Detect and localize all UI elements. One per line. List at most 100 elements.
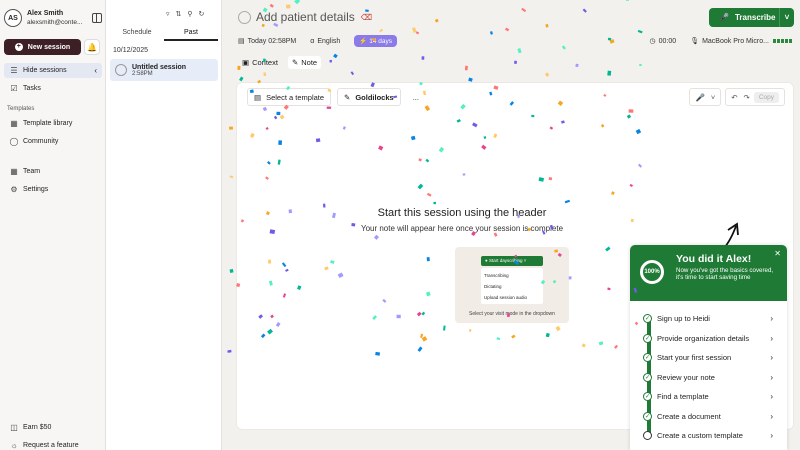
clock-icon: ◷ bbox=[649, 38, 656, 45]
user-email: alexsmith@conte... bbox=[27, 19, 83, 26]
preview-option: Dictating bbox=[484, 284, 502, 289]
template-icon: ▤ bbox=[254, 92, 262, 102]
days-badge[interactable]: ⚡ 14 days bbox=[354, 35, 397, 47]
goldilocks-button[interactable]: ✎ Goldilocks bbox=[337, 88, 401, 106]
sidebar-item-team[interactable]: ▦ Team bbox=[4, 164, 102, 179]
avatar: AS bbox=[4, 9, 22, 27]
undo-icon[interactable]: ↶ bbox=[731, 93, 737, 102]
chevron-down-icon: ˅ bbox=[710, 92, 716, 102]
select-template-button[interactable]: ▤ Select a template bbox=[247, 88, 332, 106]
empty-circle-icon bbox=[643, 431, 652, 441]
preview-start-button: ● Start dayscribing ˅ bbox=[481, 256, 543, 266]
language-selector[interactable]: α English bbox=[310, 38, 340, 45]
onboarding-title: You did it Alex! bbox=[676, 253, 752, 265]
preview-option: Upload session audio bbox=[484, 295, 528, 300]
refresh-icon[interactable]: ↻ bbox=[199, 10, 205, 18]
translate-icon: α bbox=[310, 37, 315, 45]
sidebar-item-label: Template library bbox=[23, 120, 73, 127]
dictate-dropdown[interactable]: 🎤 ˅ bbox=[689, 88, 722, 106]
chevron-right-icon: › bbox=[770, 392, 773, 402]
patient-status-icon bbox=[238, 10, 251, 24]
sidebar-item-hide-sessions[interactable]: ☰ Hide sessions ‹ bbox=[4, 63, 102, 78]
sidebar-item-label: Tasks bbox=[23, 85, 41, 92]
preview-option: Transcribing bbox=[484, 273, 509, 278]
sidebar-item-request-feature[interactable]: ☼ Request a feature bbox=[4, 438, 102, 450]
tab-note[interactable]: ✎ Note bbox=[287, 56, 322, 69]
templates-section-label: Templates bbox=[7, 106, 35, 112]
undo-redo-group: ↶ ↷ Copy bbox=[725, 88, 785, 106]
sidebar-item-tasks[interactable]: ☑ Tasks bbox=[4, 81, 102, 96]
onboarding-description: Now you've got the basics covered, it's … bbox=[676, 267, 774, 281]
microphone-selector[interactable]: 🎙 MacBook Pro Micro... bbox=[690, 37, 792, 45]
tab-schedule[interactable]: Schedule bbox=[110, 27, 164, 41]
checklist-item-first-session[interactable]: ✓ Start your first session › bbox=[630, 348, 787, 368]
new-session-button[interactable]: + New session bbox=[4, 39, 81, 55]
checklist-item-review-note[interactable]: ✓ Review your note › bbox=[630, 368, 787, 388]
session-title: Untitled session bbox=[132, 63, 187, 71]
trash-icon[interactable]: ⌫ bbox=[361, 13, 372, 22]
preview-caption: Select your visit mode in the dropdown bbox=[469, 311, 555, 317]
sort-icon[interactable]: ⇅ bbox=[176, 10, 182, 18]
sessions-icon: ☰ bbox=[10, 66, 18, 75]
new-session-label: New session bbox=[27, 43, 71, 51]
mic-name: MacBook Pro Micro... bbox=[702, 37, 769, 45]
sidebar-item-template-library[interactable]: ▦ Template library bbox=[4, 116, 102, 131]
select-template-label: Select a template bbox=[266, 92, 325, 102]
tab-label: Context bbox=[252, 58, 278, 67]
redo-icon[interactable]: ↷ bbox=[744, 93, 750, 102]
tab-context[interactable]: ▣ Context bbox=[238, 56, 282, 69]
session-date-text: Today 02:58PM bbox=[247, 37, 297, 45]
notifications-bell-icon[interactable]: 🔔 bbox=[84, 39, 100, 55]
user-name: Alex Smith bbox=[27, 10, 64, 17]
filter-icon[interactable]: ▿ bbox=[166, 10, 170, 18]
sidebar-item-community[interactable]: ◯ Community bbox=[4, 134, 102, 149]
team-icon: ▦ bbox=[10, 167, 18, 176]
checklist-item-find-template[interactable]: ✓ Find a template › bbox=[630, 387, 787, 407]
sidebar-item-label: Request a feature bbox=[23, 442, 79, 449]
check-icon: ✓ bbox=[643, 314, 652, 324]
sidebar-item-label: Team bbox=[23, 168, 41, 175]
audio-level-icon bbox=[773, 39, 792, 43]
sessions-panel: ▿ ⇅ ⚲ ↻ Schedule Past 10/12/2025 Untitle… bbox=[106, 0, 331, 450]
session-date-header: 10/12/2025 bbox=[113, 47, 149, 54]
sidebar-toggle-icon[interactable] bbox=[92, 13, 102, 23]
checklist-item-create-document[interactable]: ✓ Create a document › bbox=[630, 407, 787, 427]
visit-mode-preview-image: ● Start dayscribing ˅ Transcribing Dicta… bbox=[455, 247, 569, 323]
chevron-left-icon: ‹ bbox=[94, 66, 97, 75]
sidebar-item-label: Community bbox=[23, 138, 59, 145]
library-icon: ▦ bbox=[10, 119, 18, 128]
preview-mic-icon: ● bbox=[485, 258, 488, 263]
close-icon[interactable]: ✕ bbox=[774, 249, 781, 258]
session-list-item[interactable]: Untitled session 2:58PM bbox=[110, 59, 218, 81]
more-options-button[interactable]: ... bbox=[407, 88, 425, 106]
page-title[interactable]: Add patient details bbox=[256, 10, 355, 24]
chevron-down-icon[interactable]: ˅ bbox=[780, 13, 794, 22]
empty-state-title: Start this session using the header bbox=[377, 207, 547, 219]
left-sidebar: AS Alex Smith alexsmith@conte... + New s… bbox=[0, 0, 106, 450]
tab-past[interactable]: Past bbox=[164, 27, 218, 41]
checklist-item-sign-up[interactable]: ✓ Sign up to Heidi › bbox=[630, 309, 787, 329]
chevron-right-icon: › bbox=[770, 372, 773, 382]
check-icon: ✓ bbox=[643, 411, 652, 421]
magic-pen-icon: ✎ bbox=[344, 92, 351, 102]
sidebar-item-settings[interactable]: ⚙ Settings bbox=[4, 182, 102, 197]
check-icon: ✓ bbox=[643, 392, 652, 402]
check-icon: ✓ bbox=[643, 372, 652, 382]
progress-ring: 100% bbox=[640, 260, 664, 284]
microphone-icon: 🎤 bbox=[719, 13, 729, 22]
checklist-item-custom-template[interactable]: Create a custom template › bbox=[630, 426, 787, 446]
search-icon[interactable]: ⚲ bbox=[187, 10, 192, 18]
session-date[interactable]: ▤ Today 02:58PM bbox=[238, 37, 297, 46]
transcribe-label: Transcribe bbox=[734, 13, 776, 22]
chevron-right-icon: › bbox=[770, 333, 773, 343]
chevron-right-icon: › bbox=[770, 431, 773, 441]
pencil-icon: ✎ bbox=[291, 58, 299, 67]
sidebar-item-label: Hide sessions bbox=[23, 67, 67, 74]
copy-button[interactable]: Copy bbox=[753, 91, 779, 103]
tasks-icon: ☑ bbox=[10, 84, 18, 93]
user-profile[interactable]: AS Alex Smith alexsmith@conte... bbox=[4, 8, 102, 28]
gift-icon: ◫ bbox=[10, 423, 18, 432]
sidebar-item-earn[interactable]: ◫ Earn $50 bbox=[4, 420, 102, 435]
transcribe-button[interactable]: 🎤 Transcribe ˅ bbox=[709, 8, 794, 27]
checklist-item-org-details[interactable]: ✓ Provide organization details › bbox=[630, 329, 787, 349]
